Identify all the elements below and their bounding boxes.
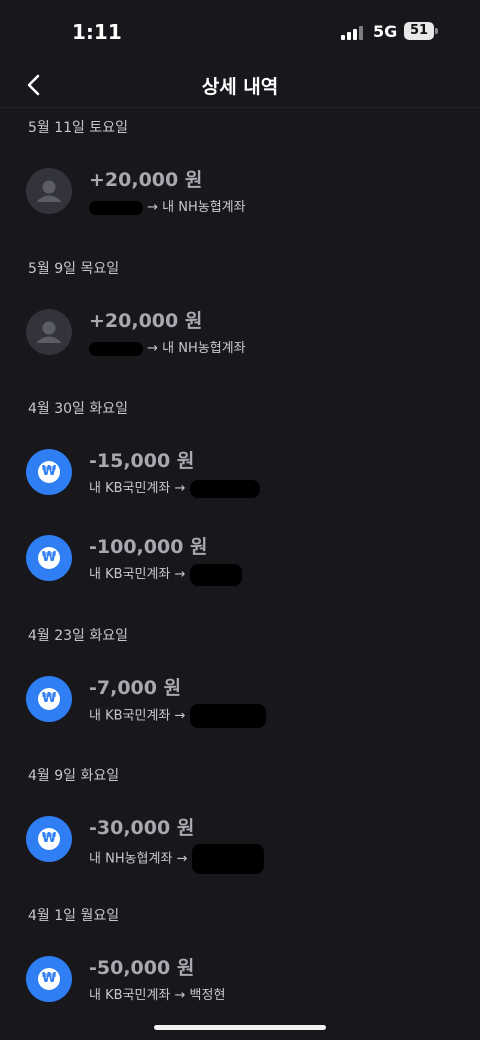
date-header: 4월 23일 화요일 — [28, 628, 129, 644]
transaction-row[interactable]: ₩ -50,000 원 내 KB국민계좌 → 백정현 — [0, 947, 480, 1025]
transaction-route: 내 KB국민계좌 → 백정현 — [89, 984, 225, 1003]
transaction-row[interactable]: ₩ -15,000 원 내 KB국민계좌 → — [0, 440, 480, 518]
header-divider — [0, 107, 480, 108]
page-title: 상세 내역 — [201, 76, 279, 98]
won-icon: ₩ — [26, 535, 72, 581]
transaction-route: 내 KB국민계좌 → — [89, 563, 242, 586]
route-text: → 내 NH농협계좌 — [143, 341, 246, 356]
battery-level: 51 — [409, 23, 429, 38]
transaction-row[interactable]: ₩ -30,000 원 내 NH농협계좌 → — [0, 807, 480, 885]
date-header: 5월 11일 토요일 — [28, 120, 129, 136]
transaction-amount: -100,000 원 — [89, 536, 208, 558]
transaction-row[interactable]: +20,000 원 → 내 NH농협계좌 — [0, 300, 480, 378]
transaction-amount: -15,000 원 — [89, 450, 195, 472]
redacted-name — [89, 200, 143, 215]
won-icon: ₩ — [26, 676, 72, 722]
route-text: 내 KB국민계좌 → — [89, 567, 190, 582]
redacted-name — [89, 341, 143, 356]
transaction-row[interactable]: ₩ -100,000 원 내 KB국민계좌 → — [0, 526, 480, 604]
date-header: 4월 9일 화요일 — [28, 768, 120, 784]
home-indicator[interactable] — [154, 1025, 326, 1030]
signal-icon — [341, 24, 363, 40]
battery-icon: 51 — [404, 22, 434, 40]
transaction-route: 내 NH농협계좌 → — [89, 844, 264, 874]
header: 상세 내역 — [0, 60, 480, 108]
redacted-name — [191, 844, 264, 874]
status-time: 1:11 — [72, 20, 122, 44]
redacted-name — [189, 563, 242, 586]
won-icon: ₩ — [26, 449, 72, 495]
transaction-route: 내 KB국민계좌 → — [89, 477, 260, 498]
route-text: 내 KB국민계좌 → 백정현 — [89, 988, 226, 1003]
transaction-history-screen: 1:11 5G 51 상세 내역 5월 11일 토요일 +20,000 원 → … — [0, 0, 480, 1040]
route-text: 내 KB국민계좌 → — [89, 481, 190, 496]
transaction-amount: -7,000 원 — [89, 677, 182, 699]
network-type: 5G — [373, 22, 398, 41]
route-text: → 내 NH농협계좌 — [143, 200, 246, 215]
person-icon — [26, 309, 72, 355]
transaction-amount: -50,000 원 — [89, 957, 195, 979]
date-header: 4월 30일 화요일 — [28, 401, 129, 417]
date-header: 4월 1일 월요일 — [28, 908, 120, 924]
redacted-name — [189, 479, 260, 498]
transaction-row[interactable]: +20,000 원 → 내 NH농협계좌 — [0, 159, 480, 237]
route-text: 내 NH농협계좌 → — [89, 851, 192, 867]
transaction-row[interactable]: ₩ -7,000 원 내 KB국민계좌 → — [0, 667, 480, 745]
transaction-amount: -30,000 원 — [89, 817, 195, 839]
person-icon — [26, 168, 72, 214]
battery-tip — [435, 28, 438, 34]
transaction-amount: +20,000 원 — [89, 169, 203, 191]
status-bar: 1:11 5G 51 — [0, 0, 480, 64]
won-icon: ₩ — [26, 816, 72, 862]
transaction-route: → 내 NH농협계좌 — [89, 196, 246, 215]
won-icon: ₩ — [26, 956, 72, 1002]
transaction-route: 내 KB국민계좌 → — [89, 704, 266, 728]
transaction-amount: +20,000 원 — [89, 310, 203, 332]
route-text: 내 KB국민계좌 → — [89, 708, 190, 724]
redacted-name — [189, 704, 266, 728]
date-header: 5월 9일 목요일 — [28, 261, 120, 277]
transaction-route: → 내 NH농협계좌 — [89, 337, 246, 356]
